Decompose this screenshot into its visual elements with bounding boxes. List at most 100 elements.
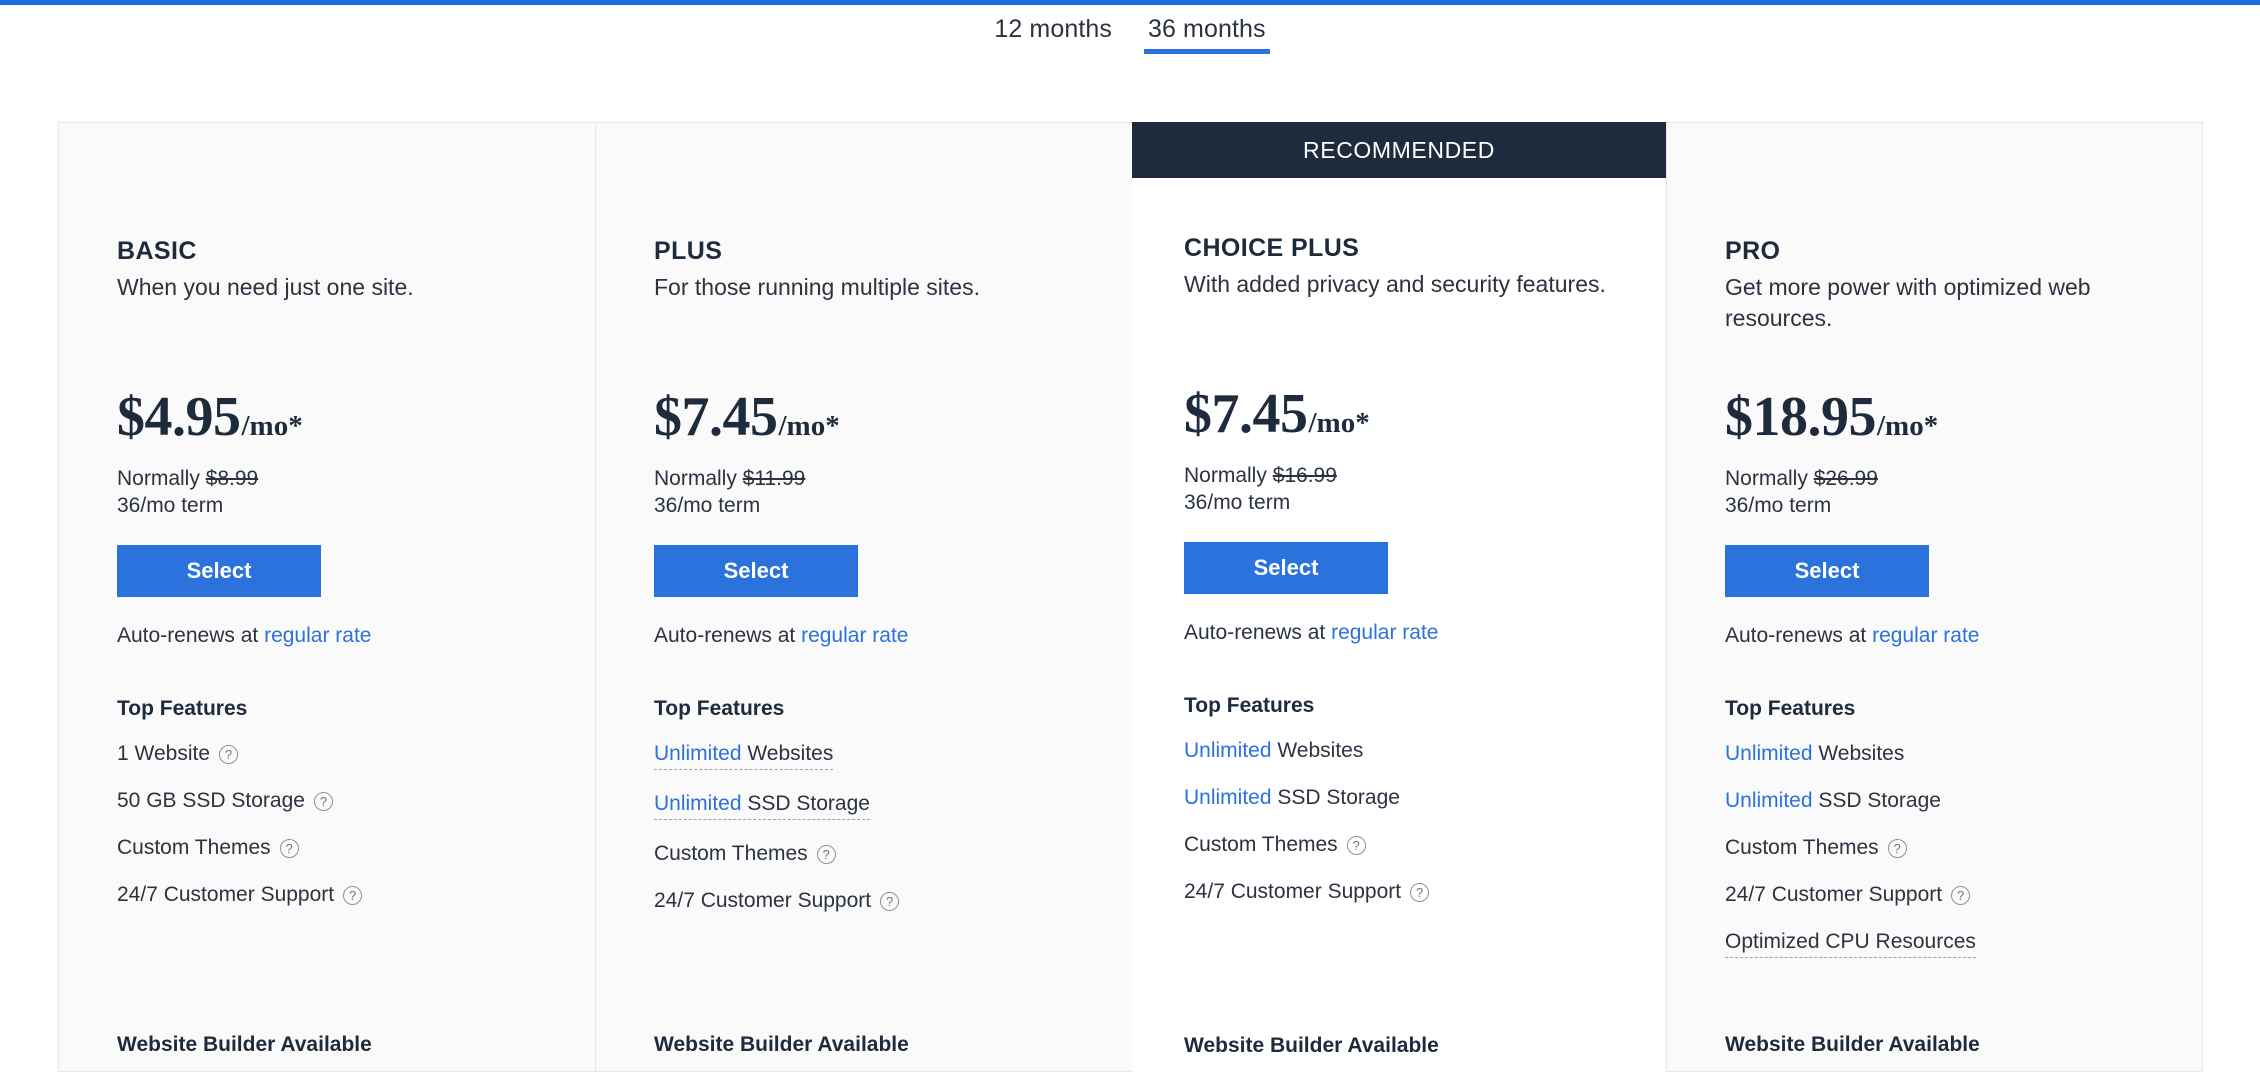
question-mark-icon[interactable]: ? bbox=[1346, 835, 1366, 855]
plan-name: CHOICE PLUS bbox=[1184, 234, 1360, 262]
feature-text: Custom Themes bbox=[1725, 835, 1879, 861]
feature-text[interactable]: Optimized CPU Resources bbox=[1725, 929, 1976, 958]
price-period: /mo* bbox=[1877, 410, 1939, 442]
normally-label: Normally bbox=[117, 467, 206, 490]
auto-renew-label: Auto-renews at bbox=[1725, 624, 1873, 647]
plan-description: Get more power with optimized web resour… bbox=[1725, 274, 2091, 331]
normally-amount: $16.99 bbox=[1272, 464, 1337, 487]
select-button[interactable]: Select bbox=[654, 545, 858, 597]
auto-renew-label: Auto-renews at bbox=[117, 624, 265, 647]
feature-label: 24/7 Customer Support bbox=[654, 889, 872, 912]
tab-term-0[interactable]: 12 months bbox=[990, 8, 1116, 54]
question-mark-icon[interactable]: ? bbox=[313, 791, 333, 811]
feature-text: Custom Themes bbox=[117, 835, 271, 861]
plan-price: $7.45/mo* bbox=[654, 388, 1074, 455]
feature-label: 24/7 Customer Support bbox=[1725, 883, 1943, 906]
ribbon-spacer bbox=[1667, 123, 2202, 179]
pricing-card: PRO Get more power with optimized web res… bbox=[1666, 122, 2203, 1072]
feature-label: 24/7 Customer Support bbox=[1184, 880, 1402, 903]
feature-label: 24/7 Customer Support bbox=[117, 883, 335, 906]
term-length: 36/mo term bbox=[1725, 494, 1832, 517]
regular-rate-link[interactable]: regular rate bbox=[264, 624, 371, 647]
features-list: Top Features Unlimited Websites Unlimited … bbox=[654, 697, 1074, 914]
recommended-banner: RECOMMENDED bbox=[1132, 122, 1666, 178]
feature-item: 1 Website? bbox=[117, 741, 537, 767]
feature-text[interactable]: Unlimited SSD Storage bbox=[654, 791, 870, 820]
plan-description: For those running multiple sites. bbox=[654, 274, 980, 300]
feature-item: 24/7 Customer Support? bbox=[1184, 879, 1614, 905]
normally-label: Normally bbox=[1725, 467, 1814, 490]
feature-text: 24/7 Customer Support bbox=[117, 882, 334, 908]
feature-label: Custom Themes bbox=[117, 836, 271, 859]
feature-label: SSD Storage bbox=[741, 792, 870, 815]
feature-label: SSD Storage bbox=[1271, 786, 1400, 809]
question-mark-icon[interactable]: ? bbox=[1951, 885, 1971, 905]
regular-rate-link[interactable]: regular rate bbox=[1331, 621, 1438, 644]
features-heading: Top Features bbox=[654, 697, 785, 720]
features-list: Top Features Unlimited Websites Unlimited … bbox=[1725, 697, 2144, 958]
feature-item: Custom Themes? bbox=[117, 835, 537, 861]
feature-text[interactable]: Unlimited Websites bbox=[654, 741, 834, 770]
price-period: /mo* bbox=[778, 410, 840, 442]
normal-price: Normally $8.99 bbox=[117, 465, 537, 492]
price-block: $18.95/mo* Normally $26.99 36/mo term bbox=[1725, 388, 2144, 519]
feature-label: Websites bbox=[1812, 742, 1905, 765]
website-builder-note: Website Builder Available bbox=[117, 1033, 372, 1056]
ribbon-spacer bbox=[59, 123, 595, 179]
feature-highlight: Unlimited bbox=[1184, 739, 1272, 762]
features-heading: Top Features bbox=[1184, 694, 1315, 717]
feature-item: Custom Themes? bbox=[1184, 832, 1614, 858]
question-mark-icon[interactable]: ? bbox=[219, 744, 238, 764]
question-mark-icon[interactable]: ? bbox=[279, 838, 299, 858]
normally-amount: $11.99 bbox=[742, 467, 806, 490]
feature-highlight: Unlimited bbox=[1725, 742, 1813, 765]
feature-highlight: Unlimited bbox=[1184, 786, 1272, 809]
feature-item: Unlimited SSD Storage bbox=[1725, 788, 2144, 814]
feature-item: Unlimited Websites bbox=[654, 741, 1074, 770]
question-mark-icon[interactable]: ? bbox=[1887, 838, 1907, 858]
feature-label: Custom Themes bbox=[654, 842, 808, 865]
question-mark-icon[interactable]: ? bbox=[816, 844, 836, 864]
feature-highlight: Unlimited bbox=[1725, 789, 1813, 812]
auto-renew-label: Auto-renews at bbox=[654, 624, 802, 647]
feature-item: Unlimited SSD Storage bbox=[1184, 785, 1614, 811]
website-builder-note: Website Builder Available bbox=[654, 1033, 909, 1056]
website-builder-note: Website Builder Available bbox=[1184, 1034, 1439, 1057]
select-button[interactable]: Select bbox=[1184, 542, 1388, 594]
auto-renew-note: Auto-renews at regular rate bbox=[1725, 623, 2144, 649]
plan-price: $4.95/mo* bbox=[117, 388, 537, 455]
feature-item: Custom Themes? bbox=[1725, 835, 2144, 861]
price-amount: $7.45 bbox=[654, 386, 778, 448]
select-button[interactable]: Select bbox=[1725, 545, 1929, 597]
feature-item: Unlimited SSD Storage bbox=[654, 791, 1074, 820]
regular-rate-link[interactable]: regular rate bbox=[801, 624, 908, 647]
question-mark-icon[interactable]: ? bbox=[343, 885, 363, 905]
auto-renew-note: Auto-renews at regular rate bbox=[654, 623, 1074, 649]
price-amount: $7.45 bbox=[1184, 383, 1308, 445]
top-accent-bar bbox=[0, 0, 2260, 5]
question-mark-icon[interactable]: ? bbox=[1410, 882, 1430, 902]
pricing-card: PLUS For those running multiple sites. $7.… bbox=[595, 122, 1132, 1072]
ribbon-spacer bbox=[596, 123, 1132, 179]
card-body: PRO Get more power with optimized web res… bbox=[1667, 179, 2202, 958]
normal-price: Normally $16.99 bbox=[1184, 462, 1614, 489]
feature-text: 50 GB SSD Storage bbox=[117, 788, 305, 814]
term-length: 36/mo term bbox=[117, 494, 224, 517]
feature-label: Custom Themes bbox=[1725, 836, 1879, 859]
select-button[interactable]: Select bbox=[117, 545, 321, 597]
regular-rate-link[interactable]: regular rate bbox=[1872, 624, 1979, 647]
plan-price: $7.45/mo* bbox=[1184, 385, 1614, 452]
tab-term-1[interactable]: 36 months bbox=[1144, 8, 1270, 54]
features-heading: Top Features bbox=[117, 697, 248, 720]
feature-highlight: Unlimited bbox=[654, 742, 742, 765]
billing-term-tabs: 12 months 36 months bbox=[0, 8, 2260, 54]
question-mark-icon[interactable]: ? bbox=[880, 891, 900, 911]
feature-label: 1 Website bbox=[117, 742, 210, 765]
feature-highlight: Unlimited bbox=[654, 792, 742, 815]
price-block: $7.45/mo* Normally $11.99 36/mo term bbox=[654, 388, 1074, 519]
feature-text: Custom Themes bbox=[1184, 832, 1338, 858]
plan-name: PLUS bbox=[654, 237, 723, 265]
feature-item: Unlimited Websites bbox=[1725, 741, 2144, 767]
price-amount: $4.95 bbox=[117, 386, 241, 448]
normal-price: Normally $26.99 bbox=[1725, 465, 2144, 492]
